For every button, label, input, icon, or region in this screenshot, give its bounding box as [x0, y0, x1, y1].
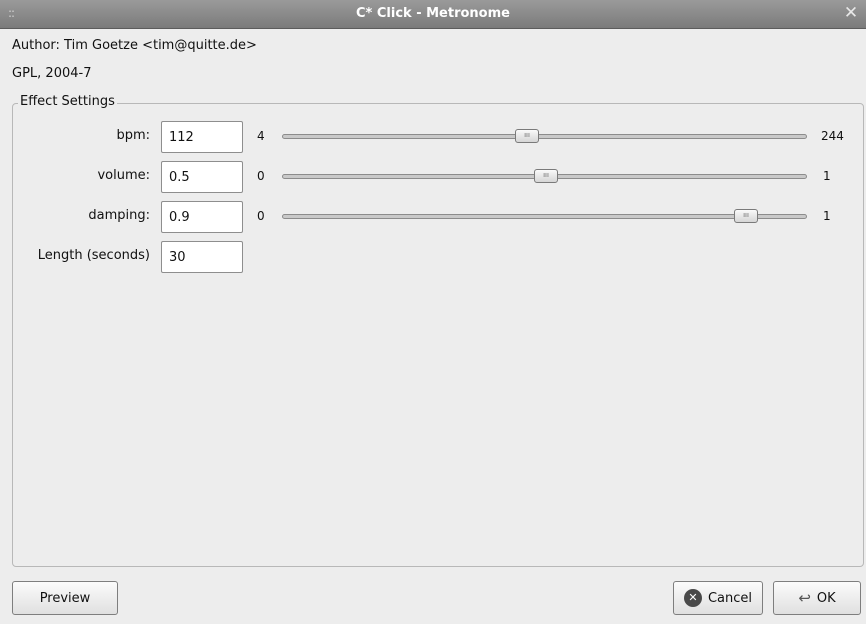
- damping-max-label: 1: [823, 209, 831, 223]
- damping-input[interactable]: [161, 201, 243, 233]
- volume-input[interactable]: [161, 161, 243, 193]
- cancel-button-label: Cancel: [707, 590, 753, 606]
- damping-label: damping:: [88, 208, 150, 223]
- ok-return-icon: ↩: [798, 589, 811, 607]
- volume-min-label: 0: [257, 169, 265, 183]
- window-title: C* Click - Metronome: [356, 6, 510, 21]
- ok-button-label: OK: [816, 590, 836, 606]
- preview-button-label: Preview: [39, 590, 91, 606]
- length-label: Length (seconds): [37, 248, 150, 263]
- title-bar[interactable]: :: C* Click - Metronome ✕: [0, 0, 866, 29]
- bpm-min-label: 4: [257, 129, 265, 143]
- length-input[interactable]: [161, 241, 243, 273]
- cancel-button[interactable]: ✕ Cancel: [673, 581, 763, 615]
- preview-button[interactable]: Preview: [12, 581, 118, 615]
- volume-slider[interactable]: ııı: [282, 169, 807, 183]
- damping-slider-thumb[interactable]: ııı: [734, 209, 758, 223]
- close-icon[interactable]: ✕: [842, 4, 860, 22]
- volume-slider-thumb[interactable]: ııı: [534, 169, 558, 183]
- damping-slider[interactable]: ııı: [282, 209, 807, 223]
- volume-max-label: 1: [823, 169, 831, 183]
- cancel-icon: ✕: [683, 589, 702, 607]
- bpm-slider[interactable]: ııı: [282, 129, 807, 143]
- volume-label: volume:: [97, 168, 150, 183]
- damping-min-label: 0: [257, 209, 265, 223]
- ok-button[interactable]: ↩ OK: [773, 581, 861, 615]
- bpm-label: bpm:: [116, 128, 150, 143]
- bpm-max-label: 244: [821, 129, 844, 143]
- effect-settings-label: Effect Settings: [18, 94, 117, 109]
- bpm-input[interactable]: [161, 121, 243, 153]
- license-text: GPL, 2004-7: [12, 66, 92, 81]
- bpm-slider-thumb[interactable]: ııı: [515, 129, 539, 143]
- author-text: Author: Tim Goetze <tim@quitte.de>: [12, 38, 257, 53]
